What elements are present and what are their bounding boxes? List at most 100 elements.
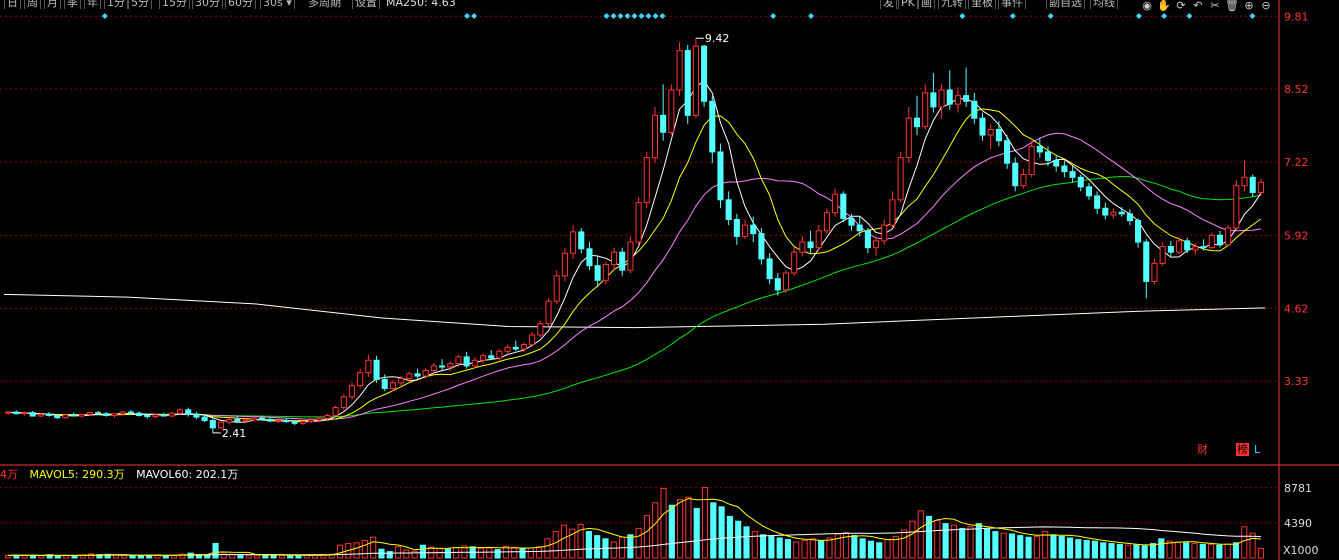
candle xyxy=(1216,230,1224,248)
candle xyxy=(439,359,446,371)
candle-body xyxy=(422,369,429,377)
candle xyxy=(463,351,470,369)
signal-marker xyxy=(1135,13,1142,19)
volume-bar xyxy=(1008,533,1016,559)
candle-body xyxy=(389,382,396,389)
candle xyxy=(1159,242,1166,266)
signal-marker xyxy=(1009,13,1016,19)
candle-body xyxy=(62,414,69,419)
candle-body xyxy=(815,230,822,249)
volume-bar xyxy=(287,555,294,559)
candle-body xyxy=(1216,234,1224,246)
candle-body xyxy=(807,241,814,249)
volume-bar xyxy=(1208,543,1215,559)
volume-bar xyxy=(1158,538,1165,559)
candle-body xyxy=(578,231,585,250)
candle-body xyxy=(1225,227,1232,246)
candle-body xyxy=(930,92,937,108)
candle-body xyxy=(684,50,691,116)
candle xyxy=(717,143,724,209)
candle-body xyxy=(963,95,970,102)
candle xyxy=(619,247,626,276)
bang-badge[interactable]: 榜 xyxy=(1236,443,1249,456)
signal-marker xyxy=(652,13,659,19)
volume-bar xyxy=(1257,547,1264,559)
l-badge[interactable]: L xyxy=(1254,443,1260,456)
candle-body xyxy=(471,359,478,367)
volume-bar xyxy=(21,555,28,559)
candle-body xyxy=(954,95,961,105)
candle-body xyxy=(520,344,527,350)
candle-body xyxy=(373,359,380,380)
volume-bar xyxy=(88,553,95,559)
candle-body xyxy=(463,356,470,367)
candle-body xyxy=(717,151,724,201)
candle xyxy=(21,411,28,416)
candle-body xyxy=(136,412,143,416)
candle-body xyxy=(676,50,683,91)
candle-body xyxy=(430,365,437,371)
candle xyxy=(1061,160,1068,178)
candle-body xyxy=(152,414,159,418)
candle-body xyxy=(709,100,716,153)
candle xyxy=(963,67,970,107)
candle xyxy=(111,413,118,418)
volume-bar xyxy=(768,535,775,559)
candle xyxy=(1225,225,1232,247)
candle xyxy=(1126,209,1133,226)
candle-body xyxy=(1028,145,1035,175)
candle xyxy=(54,414,61,419)
candle xyxy=(62,414,69,419)
volume-bar xyxy=(842,531,850,559)
volume-bar xyxy=(859,538,866,559)
candle xyxy=(1028,140,1035,178)
volume-bar xyxy=(237,554,244,559)
candle xyxy=(45,412,53,417)
volume-bar xyxy=(1050,534,1057,559)
candle xyxy=(1102,202,1109,220)
volume-bar xyxy=(834,533,841,559)
volume-bar xyxy=(610,541,617,559)
volume-bar xyxy=(984,528,991,559)
candle-body xyxy=(234,418,241,422)
volume-bar xyxy=(743,526,750,559)
volume-bar xyxy=(1017,535,1024,559)
candle-body xyxy=(193,413,200,418)
candle-body xyxy=(938,89,945,108)
candle-body xyxy=(529,334,536,346)
candle xyxy=(602,261,609,285)
candle xyxy=(357,368,364,389)
signal-marker xyxy=(603,13,610,19)
candle xyxy=(1257,178,1264,196)
candle xyxy=(578,227,585,254)
candle-body xyxy=(488,355,495,359)
candle xyxy=(701,44,708,107)
candle-body xyxy=(95,412,102,415)
candle-body xyxy=(340,396,347,409)
candle-body xyxy=(799,241,806,253)
candle-body xyxy=(414,373,421,377)
candle xyxy=(774,273,781,296)
candle-body xyxy=(766,258,773,280)
volume-bar xyxy=(934,519,941,559)
volume-bar xyxy=(809,538,816,559)
volume-bar xyxy=(212,542,219,559)
candle xyxy=(1020,168,1027,189)
volume-bar xyxy=(544,538,551,559)
candle-body xyxy=(651,114,659,159)
volume-bar xyxy=(693,507,700,559)
volume-bar xyxy=(386,551,393,559)
volume-bar xyxy=(411,550,418,559)
candle-body xyxy=(1184,240,1191,251)
candle-body xyxy=(78,413,85,417)
ma250-line xyxy=(3,293,1266,329)
candle-body xyxy=(758,233,765,260)
candle-body xyxy=(1094,195,1101,209)
volume-bar xyxy=(1116,543,1123,559)
cai-badge[interactable]: 财 xyxy=(1197,443,1208,456)
candle xyxy=(660,84,667,141)
signal-marker xyxy=(631,13,638,19)
candle xyxy=(103,412,110,417)
candle-body xyxy=(619,251,626,271)
candle-body xyxy=(29,412,36,417)
